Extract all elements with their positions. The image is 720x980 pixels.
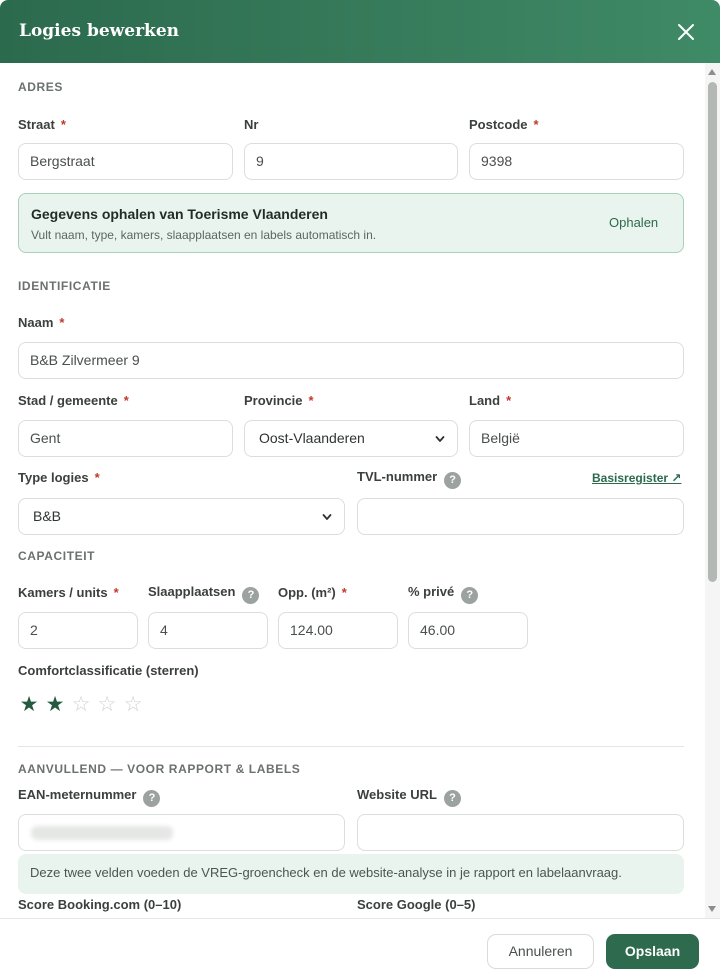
provincie-selected-value: Oost-Vlaanderen — [259, 430, 365, 446]
required-marker: * — [94, 470, 100, 485]
required-marker: * — [113, 585, 119, 600]
comfort-label: Comfortclassificatie (sterren) — [18, 663, 199, 678]
tvl-fetch-callout: Gegevens ophalen van Toerisme Vlaanderen… — [18, 193, 684, 253]
section-title-adres: ADRES — [18, 80, 64, 94]
opp-label: Opp. (m²) * — [278, 585, 347, 600]
star-filled-icon[interactable]: ★ — [18, 694, 40, 716]
provincie-select[interactable]: Oost-Vlaanderen — [244, 420, 458, 457]
opp-input[interactable]: 124.00 — [278, 612, 398, 649]
chevron-down-icon — [435, 436, 445, 442]
slaapplaatsen-input[interactable]: 4 — [148, 612, 268, 649]
section-title-aanvullend: AANVULLEND — VOOR RAPPORT & LABELS — [18, 762, 301, 776]
callout-title: Gegevens ophalen van Toerisme Vlaanderen — [31, 206, 328, 222]
website-input[interactable] — [357, 814, 684, 851]
modal-title: Logies bewerken — [19, 21, 180, 41]
type-selected-value: B&B — [33, 508, 62, 524]
section-title-capaciteit: CAPACITEIT — [18, 549, 96, 563]
prive-input[interactable]: 46.00 — [408, 612, 528, 649]
cancel-button[interactable]: Annuleren — [487, 934, 594, 969]
star-empty-icon[interactable]: ☆ — [96, 694, 118, 716]
required-marker: * — [123, 393, 129, 408]
help-icon[interactable]: ? — [444, 472, 462, 489]
star-empty-icon[interactable]: ☆ — [122, 694, 144, 716]
land-label: Land * — [469, 393, 512, 408]
nr-input[interactable]: 9 — [244, 143, 458, 180]
ean-input[interactable] — [18, 814, 345, 851]
type-select[interactable]: B&B — [18, 498, 345, 535]
star-filled-icon[interactable]: ★ — [44, 694, 66, 716]
required-marker: * — [60, 117, 66, 132]
kamers-label: Kamers / units * — [18, 585, 119, 600]
help-icon[interactable]: ? — [443, 790, 461, 807]
postcode-label: Postcode * — [469, 117, 539, 132]
stad-input[interactable]: Gent — [18, 420, 233, 457]
help-icon[interactable]: ? — [461, 587, 479, 604]
chevron-down-icon — [322, 514, 332, 520]
booking-score-label: Score Booking.com (0–10) — [18, 897, 182, 912]
required-marker: * — [533, 117, 539, 132]
land-input[interactable]: België — [469, 420, 684, 457]
divider — [18, 746, 684, 747]
google-score-label: Score Google (0–5) — [357, 897, 476, 912]
scroll-thumb[interactable] — [708, 82, 717, 582]
section-title-identificatie: IDENTIFICATIE — [18, 279, 111, 293]
redacted-value — [31, 826, 173, 840]
help-icon[interactable]: ? — [242, 587, 260, 604]
naam-label: Naam * — [18, 315, 65, 330]
kamers-input[interactable]: 2 — [18, 612, 138, 649]
provincie-label: Provincie * — [244, 393, 314, 408]
callout-description: Vult naam, type, kamers, slaapplaatsen e… — [31, 228, 377, 242]
straat-input[interactable]: Bergstraat — [18, 143, 233, 180]
fetch-button[interactable]: Ophalen — [609, 215, 658, 230]
ean-label: EAN-meternummer? — [18, 787, 161, 807]
scroll-up-arrow-icon[interactable] — [708, 69, 716, 75]
close-icon — [678, 24, 694, 40]
nr-label: Nr — [244, 117, 259, 132]
postcode-input[interactable]: 9398 — [469, 143, 684, 180]
scrollbar[interactable] — [705, 63, 720, 918]
close-button[interactable] — [672, 18, 700, 46]
prive-label: % privé? — [408, 584, 479, 604]
required-marker: * — [59, 315, 65, 330]
edit-lodging-modal: Logies bewerken ADRES Straat * Nr Postcod… — [0, 0, 720, 980]
stad-label: Stad / gemeente * — [18, 393, 129, 408]
website-label: Website URL? — [357, 787, 461, 807]
save-button[interactable]: Opslaan — [606, 934, 699, 969]
required-marker: * — [341, 585, 347, 600]
star-empty-icon[interactable]: ☆ — [70, 694, 92, 716]
basisregister-link[interactable]: Basisregister ↗ — [592, 471, 681, 485]
scroll-down-arrow-icon[interactable] — [708, 906, 716, 912]
slaapplaatsen-label: Slaapplaatsen? — [148, 584, 260, 604]
tvl-label: TVL-nummer? — [357, 469, 462, 489]
modal-body[interactable]: ADRES Straat * Nr Postcode * Bergstraat 9 … — [0, 63, 706, 918]
info-note: Deze twee velden voeden de VREG-groenche… — [18, 854, 684, 894]
help-icon[interactable]: ? — [143, 790, 161, 807]
naam-input[interactable]: B&B Zilvermeer 9 — [18, 342, 684, 379]
required-marker: * — [506, 393, 512, 408]
type-label: Type logies * — [18, 470, 100, 485]
star-rating[interactable]: ★ ★ ☆ ☆ ☆ — [18, 694, 148, 718]
modal-footer: Annuleren Opslaan — [0, 918, 720, 980]
modal-header: Logies bewerken — [0, 0, 720, 63]
tvl-input[interactable] — [357, 498, 684, 535]
straat-label: Straat * — [18, 117, 66, 132]
required-marker: * — [308, 393, 314, 408]
